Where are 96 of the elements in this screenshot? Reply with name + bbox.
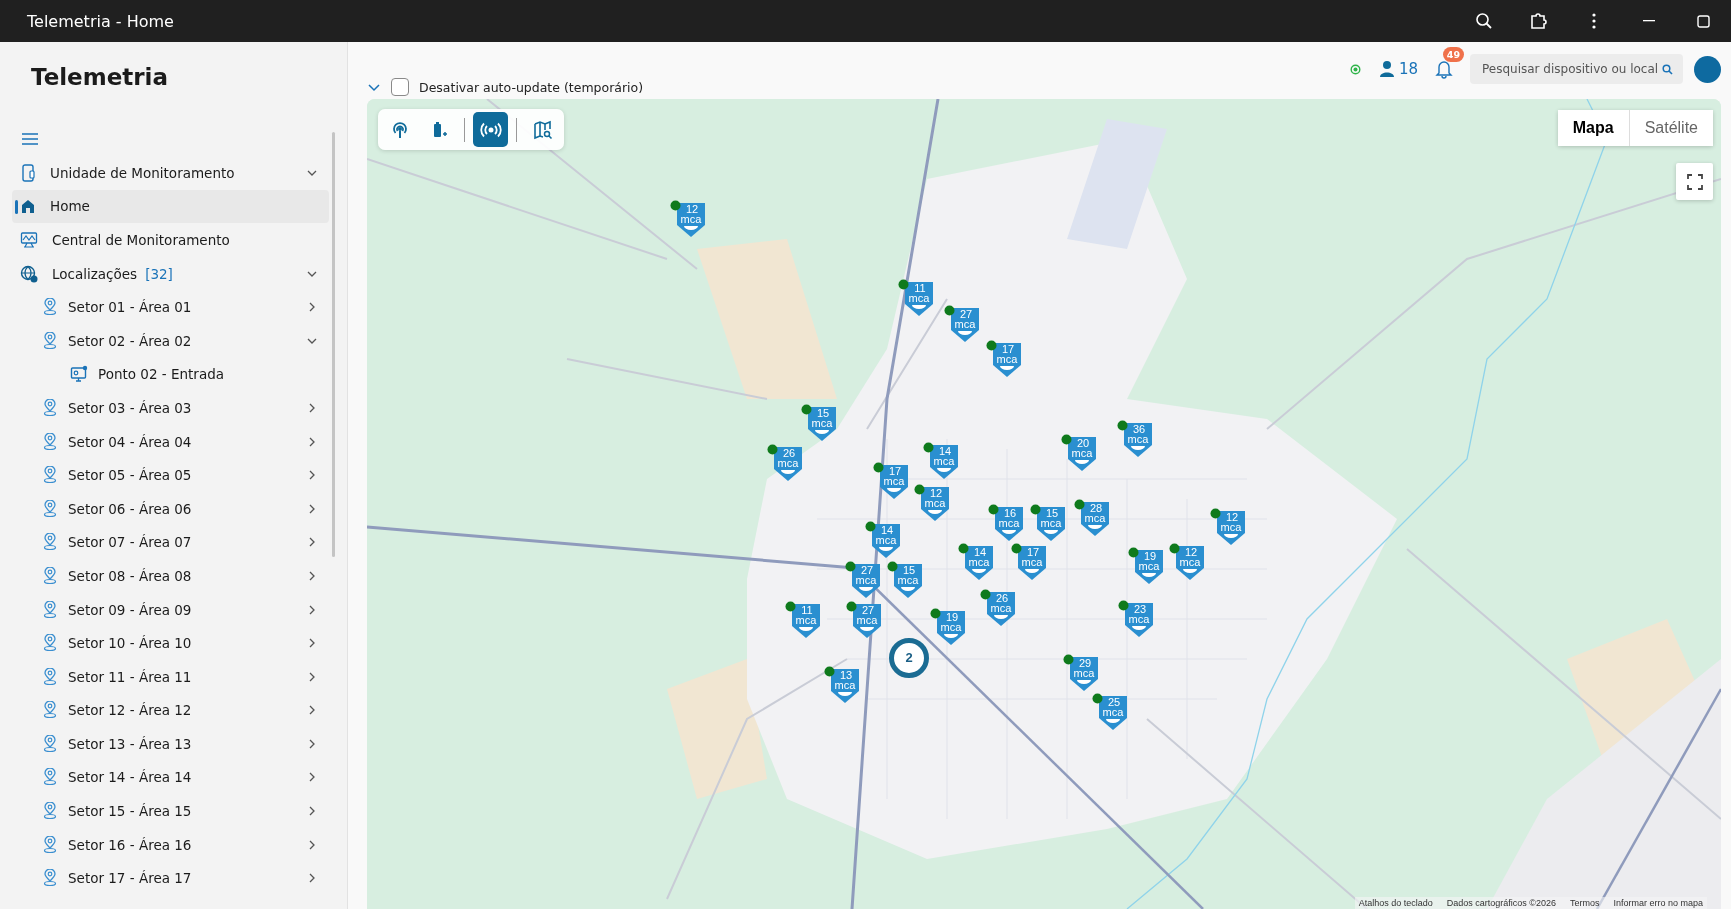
- checkbox-label: Desativar auto-update (temporário): [419, 79, 644, 95]
- attribution-link[interactable]: Atalhos do teclado: [1358, 898, 1433, 908]
- search-icon: [1662, 63, 1673, 75]
- location-label: Setor 08 - Área 08: [68, 567, 192, 584]
- scrollbar[interactable]: [332, 132, 335, 557]
- count-label: [32]: [145, 265, 173, 282]
- attribution-link[interactable]: Termos: [1569, 898, 1600, 908]
- minimize-icon: [1642, 20, 1655, 22]
- location-label: Setor 09 - Área 09: [68, 601, 192, 618]
- app-title: Telemetria: [30, 63, 170, 92]
- location-label: Setor 03 - Área 03: [68, 399, 192, 416]
- home-icon: [20, 198, 36, 215]
- location-item[interactable]: Setor 16 - Área 16: [12, 827, 329, 862]
- location-item[interactable]: Ponto 02 - Entrada: [12, 357, 329, 392]
- nav-label: Central de Monitoramento: [52, 232, 230, 248]
- location-pin-icon: [42, 802, 58, 821]
- fullscreen-button[interactable]: [1676, 163, 1713, 200]
- map-search-icon: [532, 119, 553, 140]
- bell-icon[interactable]: [1435, 59, 1453, 79]
- location-label: Setor 02 - Área 02: [68, 332, 192, 349]
- location-pin-icon: [42, 869, 58, 888]
- user-count: 18: [1398, 60, 1418, 78]
- search-icon: [1474, 12, 1493, 30]
- location-item[interactable]: Setor 13 - Área 13: [12, 727, 329, 761]
- location-item[interactable]: Setor 14 - Área 14: [12, 760, 329, 795]
- location-item[interactable]: Setor 09 - Área 09: [12, 592, 329, 627]
- location-pin-icon: [42, 768, 58, 787]
- location-pin-icon: [42, 533, 58, 552]
- location-label: Setor 01 - Área 01: [68, 299, 192, 316]
- search-field[interactable]: Pesquisar dispositivo ou local: [1470, 54, 1683, 84]
- location-pin-icon: [42, 331, 58, 350]
- location-item[interactable]: Setor 04 - Área 04: [12, 424, 329, 459]
- notification-badge: 49: [1442, 47, 1464, 62]
- location-item[interactable]: Setor 07 - Área 07: [12, 525, 329, 560]
- location-label: Setor 16 - Área 16: [68, 836, 192, 853]
- location-item[interactable]: Setor 12 - Área 12: [12, 693, 329, 728]
- location-item[interactable]: Setor 05 - Área 05: [12, 458, 329, 492]
- location-item[interactable]: Setor 17 - Área 17: [12, 861, 329, 896]
- location-pin-icon: [42, 566, 58, 585]
- location-pin-icon: [42, 398, 58, 417]
- avatar[interactable]: [1694, 55, 1721, 83]
- map-type-tab[interactable]: Satélite: [1628, 110, 1713, 146]
- nav-label: Localizações: [52, 265, 138, 282]
- globe-icon: [20, 264, 38, 283]
- window-title: Telemetria - Home: [27, 11, 175, 31]
- location-label: Ponto 02 - Entrada: [98, 366, 224, 383]
- broadcast-icon: [479, 120, 502, 139]
- nav-item[interactable]: Localizações [32]: [12, 256, 329, 291]
- maximize-icon: [1697, 14, 1710, 28]
- location-label: Setor 06 - Área 06: [68, 500, 192, 517]
- status-icon: [1349, 63, 1361, 75]
- nav-item[interactable]: Home: [12, 189, 329, 224]
- monitor-chart-icon: [20, 231, 38, 249]
- location-item[interactable]: Setor 02 - Área 02: [12, 323, 329, 358]
- monitor-icon: [70, 365, 88, 384]
- nav-label: Unidade de Monitoramento: [50, 164, 235, 181]
- location-pin-icon: [42, 466, 58, 485]
- nav-item[interactable]: Unidade de Monitoramento: [12, 156, 329, 190]
- location-label: Setor 15 - Área 15: [68, 803, 192, 820]
- phone-icon: [20, 163, 36, 182]
- location-pin-icon: [42, 298, 58, 317]
- location-label: Setor 10 - Área 10: [68, 635, 192, 652]
- more-icon: [1591, 13, 1596, 29]
- location-pin-icon: [42, 835, 58, 854]
- location-pin-icon: [42, 432, 58, 451]
- location-item[interactable]: Setor 01 - Área 01: [12, 290, 329, 324]
- user-icon: [1378, 60, 1395, 78]
- location-label: Setor 05 - Área 05: [68, 467, 192, 484]
- location-item[interactable]: Setor 11 - Área 11: [12, 659, 329, 694]
- location-item[interactable]: Setor 03 - Área 03: [12, 391, 329, 425]
- fullscreen-icon: [1686, 173, 1703, 190]
- attribution-link[interactable]: Informar erro no mapa: [1613, 898, 1703, 908]
- location-pin-icon: [42, 734, 58, 753]
- location-label: Setor 14 - Área 14: [68, 769, 192, 786]
- location-pin-icon: [42, 634, 58, 653]
- location-item[interactable]: Setor 15 - Área 15: [12, 794, 329, 828]
- map-tool-button[interactable]: [473, 112, 508, 147]
- location-pin-icon: [42, 499, 58, 518]
- location-label: Setor 13 - Área 13: [68, 735, 192, 752]
- location-label: Setor 17 - Área 17: [68, 870, 192, 887]
- map-type-tab[interactable]: Mapa: [1557, 110, 1629, 146]
- location-pin-icon: [42, 600, 58, 619]
- checkbox[interactable]: [391, 78, 409, 96]
- location-pin-icon: [42, 701, 58, 720]
- location-label: Setor 11 - Área 11: [68, 668, 192, 685]
- puzzle-icon: [1528, 11, 1549, 31]
- location-item[interactable]: Setor 08 - Área 08: [12, 559, 329, 593]
- location-label: Setor 12 - Área 12: [68, 702, 192, 719]
- attribution-link[interactable]: Dados cartográficos ©2026: [1446, 898, 1556, 908]
- location-label: Setor 07 - Área 07: [68, 534, 192, 551]
- location-pin-icon: [42, 667, 58, 686]
- nav-item[interactable]: Central de Monitoramento: [12, 223, 329, 257]
- nav-label: Home: [50, 198, 90, 215]
- location-label: Setor 04 - Área 04: [68, 433, 192, 450]
- location-item[interactable]: Setor 06 - Área 06: [12, 491, 329, 526]
- location-item[interactable]: Setor 10 - Área 10: [12, 626, 329, 660]
